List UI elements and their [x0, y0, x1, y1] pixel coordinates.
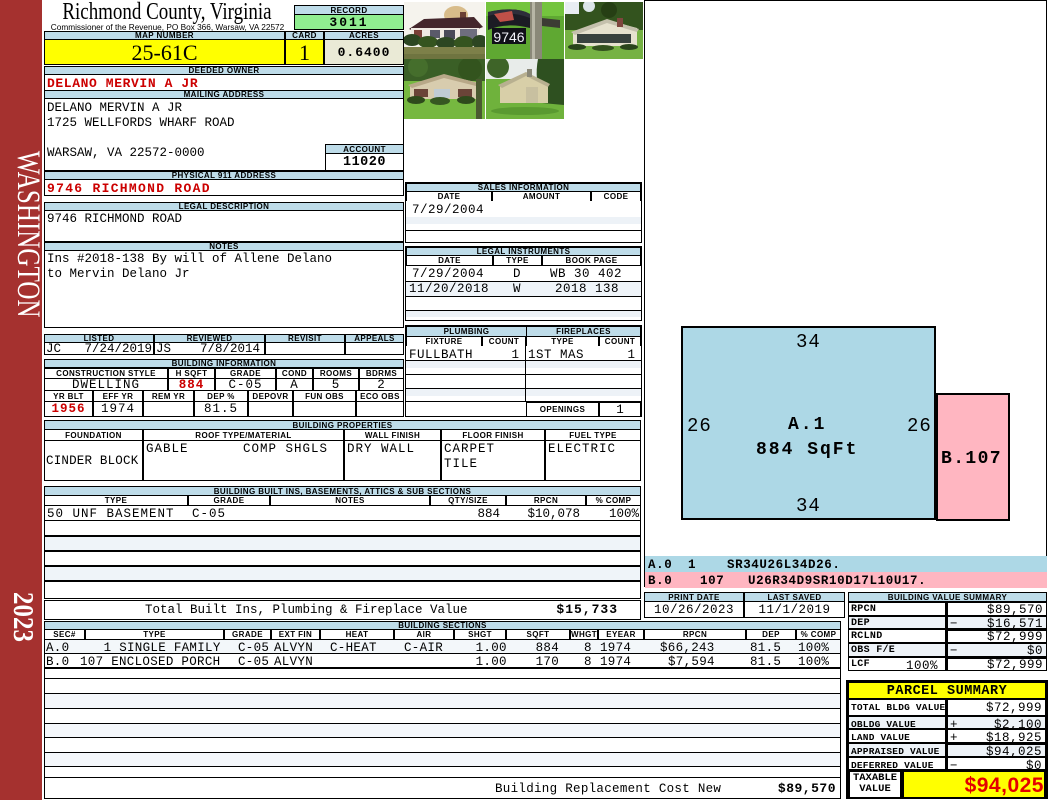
svg-text:9746: 9746 [493, 29, 524, 45]
